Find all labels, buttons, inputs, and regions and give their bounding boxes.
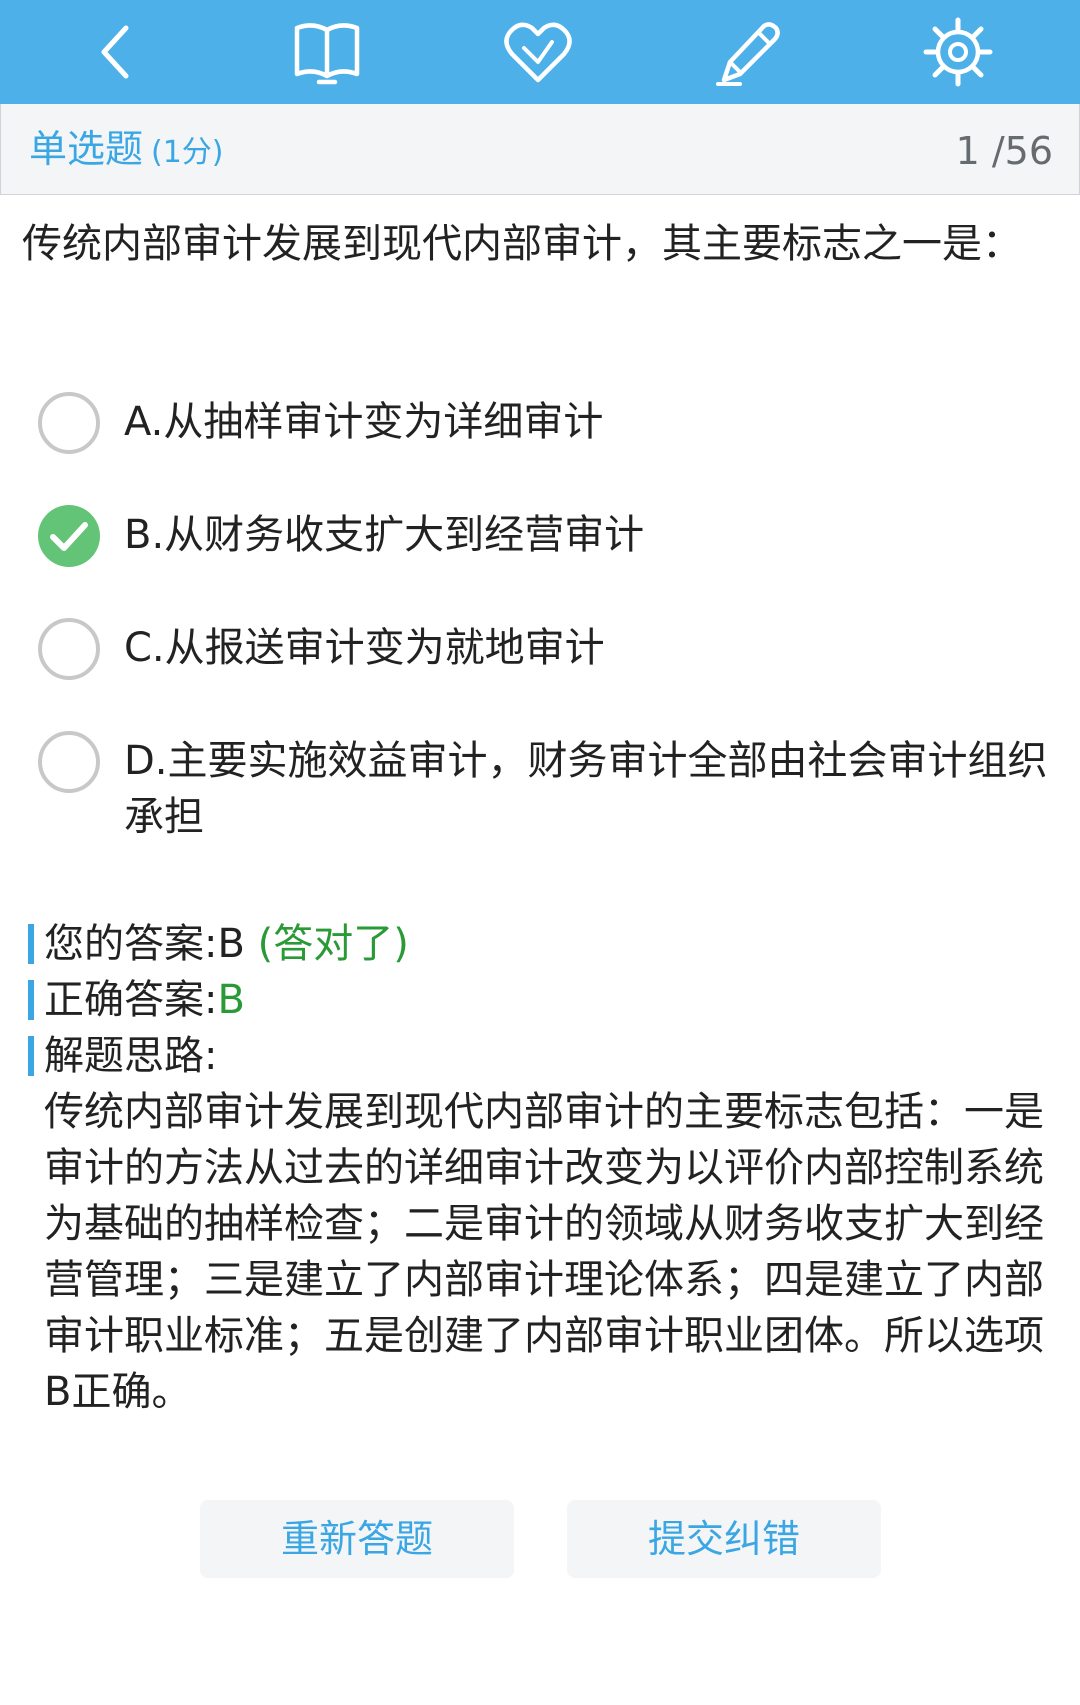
question-header: 单选题 (1分) 1 /56 — [0, 104, 1080, 195]
top-toolbar — [0, 0, 1080, 104]
heart-icon[interactable] — [496, 10, 580, 94]
pencil-icon[interactable] — [706, 10, 790, 94]
your-answer-value: B — [217, 921, 245, 967]
option-b-label: B.从财务收支扩大到经营审计 — [124, 512, 645, 558]
correct-answer-label: 正确答案: — [44, 977, 218, 1023]
your-answer-label: 您的答案: — [44, 921, 218, 967]
radio-unchecked-icon[interactable] — [38, 392, 100, 454]
option-a-label: A.从抽样审计变为详细审计 — [124, 399, 604, 445]
book-icon[interactable] — [285, 10, 369, 94]
gear-icon[interactable] — [916, 10, 1000, 94]
correct-answer-value: B — [217, 977, 245, 1023]
correct-answer-row: 正确答案:B — [28, 972, 1058, 1028]
explanation-label: 解题思路: — [44, 1033, 218, 1079]
section-marker — [28, 924, 34, 964]
explanation-text: 传统内部审计发展到现代内部审计的主要标志包括：一是审计的方法从过去的详细审计改变… — [44, 1089, 1044, 1415]
report-error-button[interactable]: 提交纠错 — [567, 1500, 881, 1578]
section-marker — [28, 980, 34, 1020]
question-type: 单选题 (1分) — [29, 124, 224, 178]
section-marker — [28, 1036, 34, 1076]
explanation-title-row: 解题思路: — [28, 1028, 1058, 1084]
back-icon[interactable] — [76, 10, 160, 94]
option-d-label: D.主要实施效益审计，财务审计全部由社会审计组织承担 — [124, 738, 1048, 840]
radio-unchecked-icon[interactable] — [38, 731, 100, 793]
question-text: 传统内部审计发展到现代内部审计，其主要标志之一是： — [22, 221, 1022, 267]
question-counter: 1 /56 — [955, 129, 1053, 173]
question-score: (1分) — [151, 135, 224, 170]
question-type-label: 单选题 — [29, 127, 144, 171]
answer-section: 您的答案:B (答对了) 正确答案:B 解题思路: 传统内部审计发展到现代内部审… — [28, 916, 1058, 1420]
radio-checked-icon[interactable] — [38, 505, 100, 567]
answer-status: (答对了) — [257, 921, 409, 967]
radio-unchecked-icon[interactable] — [38, 618, 100, 680]
your-answer-row: 您的答案:B (答对了) — [28, 916, 1058, 972]
option-c-label: C.从报送审计变为就地审计 — [124, 625, 605, 671]
retry-button[interactable]: 重新答题 — [200, 1500, 514, 1578]
